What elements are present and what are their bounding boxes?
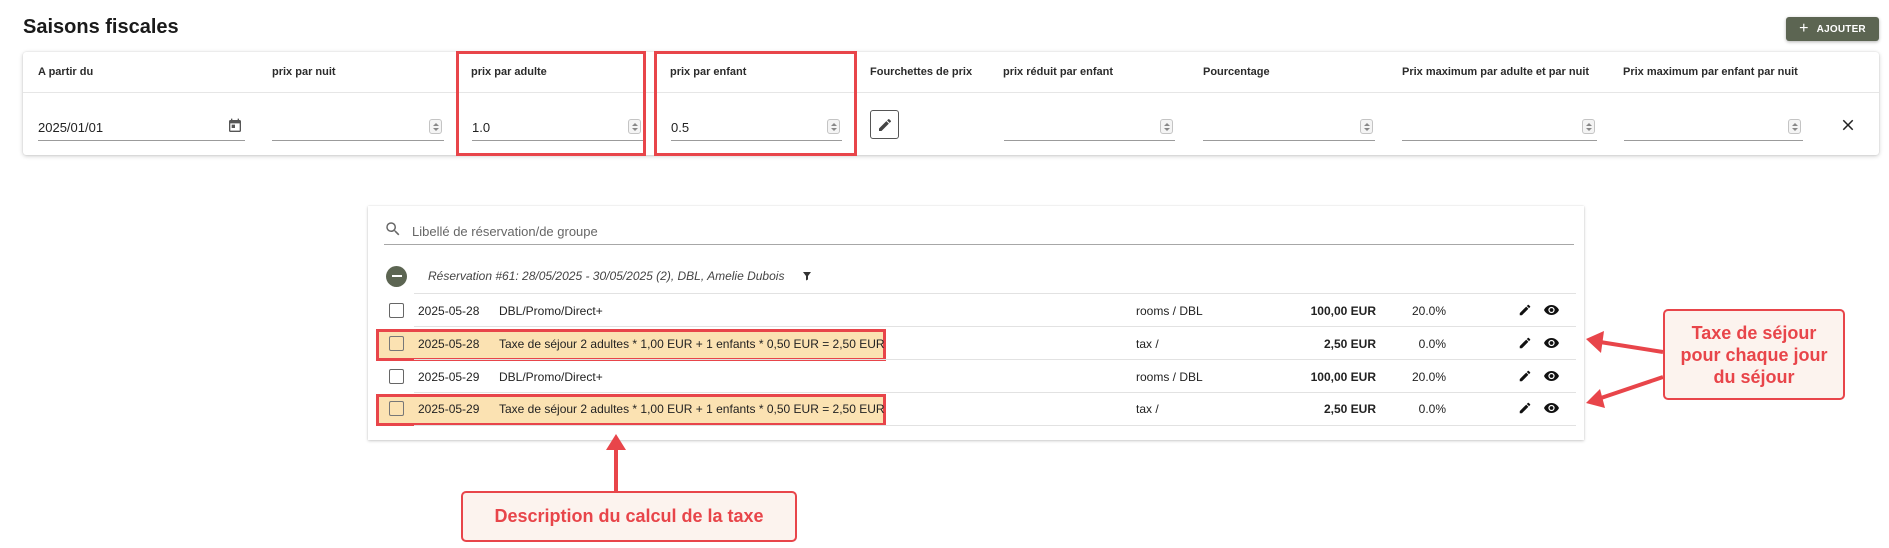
- row-amount: 2,50 EUR: [1323, 402, 1376, 416]
- eye-icon[interactable]: [1544, 337, 1559, 352]
- row-date: 2025-05-28: [418, 337, 480, 351]
- row-divider: [414, 425, 1576, 426]
- callout-line: du séjour: [1713, 366, 1795, 387]
- search-icon: [384, 220, 402, 243]
- row-account: tax /: [1136, 402, 1159, 416]
- max-child-per-night-stepper[interactable]: [1788, 119, 1801, 134]
- row-amount: 100,00 EUR: [1310, 304, 1376, 318]
- max-child-per-night-input[interactable]: [1624, 112, 1803, 141]
- row-amount: 2,50 EUR: [1323, 337, 1376, 351]
- calendar-icon[interactable]: [227, 118, 243, 137]
- arrow-to-first-tax-row: [1599, 340, 1664, 354]
- search-placeholder: Libellé de réservation/de groupe: [412, 223, 598, 239]
- row-description: Taxe de séjour 2 adultes * 1,00 EUR + 1 …: [499, 337, 885, 351]
- row-checkbox[interactable]: [389, 401, 404, 416]
- add-button[interactable]: + AJOUTER: [1786, 17, 1879, 41]
- collapse-group-button[interactable]: [386, 265, 407, 287]
- reduced-child-price-input[interactable]: [1004, 112, 1175, 141]
- row-date: 2025-05-28: [418, 304, 480, 318]
- price-per-night-stepper[interactable]: [429, 119, 442, 134]
- pencil-icon: [878, 118, 891, 131]
- plus-icon: +: [1799, 19, 1809, 37]
- percentage-input[interactable]: [1203, 112, 1375, 141]
- percentage-stepper[interactable]: [1360, 119, 1373, 134]
- arrow-to-second-tax-row: [1600, 375, 1664, 400]
- reservation-group-header: Réservation #61: 28/05/2025 - 30/05/2025…: [386, 262, 1576, 290]
- column-header-price-per-night: prix par nuit: [272, 66, 336, 78]
- pencil-icon[interactable]: [1518, 401, 1532, 418]
- pencil-icon[interactable]: [1518, 303, 1532, 320]
- header-divider: [23, 92, 1879, 93]
- callout-line: Taxe de séjour: [1691, 322, 1817, 343]
- eye-icon[interactable]: [1544, 402, 1559, 417]
- row-checkbox[interactable]: [389, 303, 404, 318]
- eye-icon[interactable]: [1544, 304, 1559, 319]
- table-row[interactable]: 2025-05-29 DBL/Promo/Direct+ rooms / DBL…: [386, 360, 1576, 392]
- close-icon[interactable]: [1839, 116, 1857, 139]
- row-vat: 20.0%: [1411, 370, 1446, 384]
- max-adult-per-night-stepper[interactable]: [1582, 119, 1595, 134]
- reservation-panel: Libellé de réservation/de groupe Réserva…: [368, 206, 1584, 440]
- column-header-start-date: A partir du: [38, 66, 94, 78]
- start-date-value: 2025/01/01: [38, 119, 104, 135]
- price-per-night-input[interactable]: [272, 112, 444, 141]
- row-vat: 20.0%: [1411, 304, 1446, 318]
- row-checkbox[interactable]: [389, 336, 404, 351]
- page-title: Saisons fiscales: [23, 16, 179, 38]
- eye-icon[interactable]: [1544, 370, 1559, 385]
- arrow-head: [1586, 389, 1605, 408]
- price-per-child-highlight: [654, 51, 857, 156]
- row-account: rooms / DBL: [1136, 370, 1203, 384]
- start-date-field[interactable]: 2025/01/01: [38, 112, 245, 141]
- arrow-head: [1586, 331, 1604, 353]
- row-account: rooms / DBL: [1136, 304, 1203, 318]
- fiscal-season-card: A partir du prix par nuit prix par adult…: [23, 52, 1879, 155]
- tax-per-day-callout: Taxe de séjour pour chaque jour du séjou…: [1663, 309, 1845, 400]
- column-header-percentage: Pourcentage: [1203, 66, 1270, 78]
- price-per-adult-highlight: [456, 51, 646, 156]
- row-vat: 0.0%: [1418, 402, 1446, 416]
- edit-price-ranges-button[interactable]: [870, 110, 899, 139]
- row-checkbox[interactable]: [389, 369, 404, 384]
- table-row[interactable]: 2025-05-28 Taxe de séjour 2 adultes * 1,…: [376, 327, 1576, 361]
- column-header-max-adult-per-night: Prix maximum par adulte et par nuit: [1402, 66, 1590, 78]
- row-amount: 100,00 EUR: [1310, 370, 1376, 384]
- row-description: Taxe de séjour 2 adultes * 1,00 EUR + 1 …: [499, 402, 885, 416]
- row-description: DBL/Promo/Direct+: [499, 370, 603, 384]
- group-title: Réservation #61: 28/05/2025 - 30/05/2025…: [428, 269, 785, 283]
- filter-icon[interactable]: [801, 269, 813, 287]
- add-button-label: AJOUTER: [1816, 23, 1866, 35]
- table-row[interactable]: 2025-05-28 DBL/Promo/Direct+ rooms / DBL…: [386, 294, 1576, 326]
- column-header-max-child-per-night: Prix maximum par enfant par nuit: [1623, 66, 1798, 78]
- row-date: 2025-05-29: [418, 370, 480, 384]
- table-row[interactable]: 2025-05-29 Taxe de séjour 2 adultes * 1,…: [376, 392, 1576, 426]
- reduced-child-price-stepper[interactable]: [1160, 119, 1173, 134]
- column-header-price-ranges: Fourchettes de prix: [870, 66, 973, 78]
- row-date: 2025-05-29: [418, 402, 480, 416]
- row-description: DBL/Promo/Direct+: [499, 304, 603, 318]
- pencil-icon[interactable]: [1518, 369, 1532, 386]
- pencil-icon[interactable]: [1518, 336, 1532, 353]
- row-account: tax /: [1136, 337, 1159, 351]
- max-adult-per-night-input[interactable]: [1402, 112, 1597, 141]
- callout-line: pour chaque jour: [1680, 344, 1828, 365]
- reservation-search-input[interactable]: Libellé de réservation/de groupe: [384, 218, 1574, 245]
- column-header-reduced-child-price: prix réduit par enfant: [1003, 66, 1114, 78]
- row-vat: 0.0%: [1418, 337, 1446, 351]
- tax-description-callout: Description du calcul de la taxe: [461, 491, 797, 542]
